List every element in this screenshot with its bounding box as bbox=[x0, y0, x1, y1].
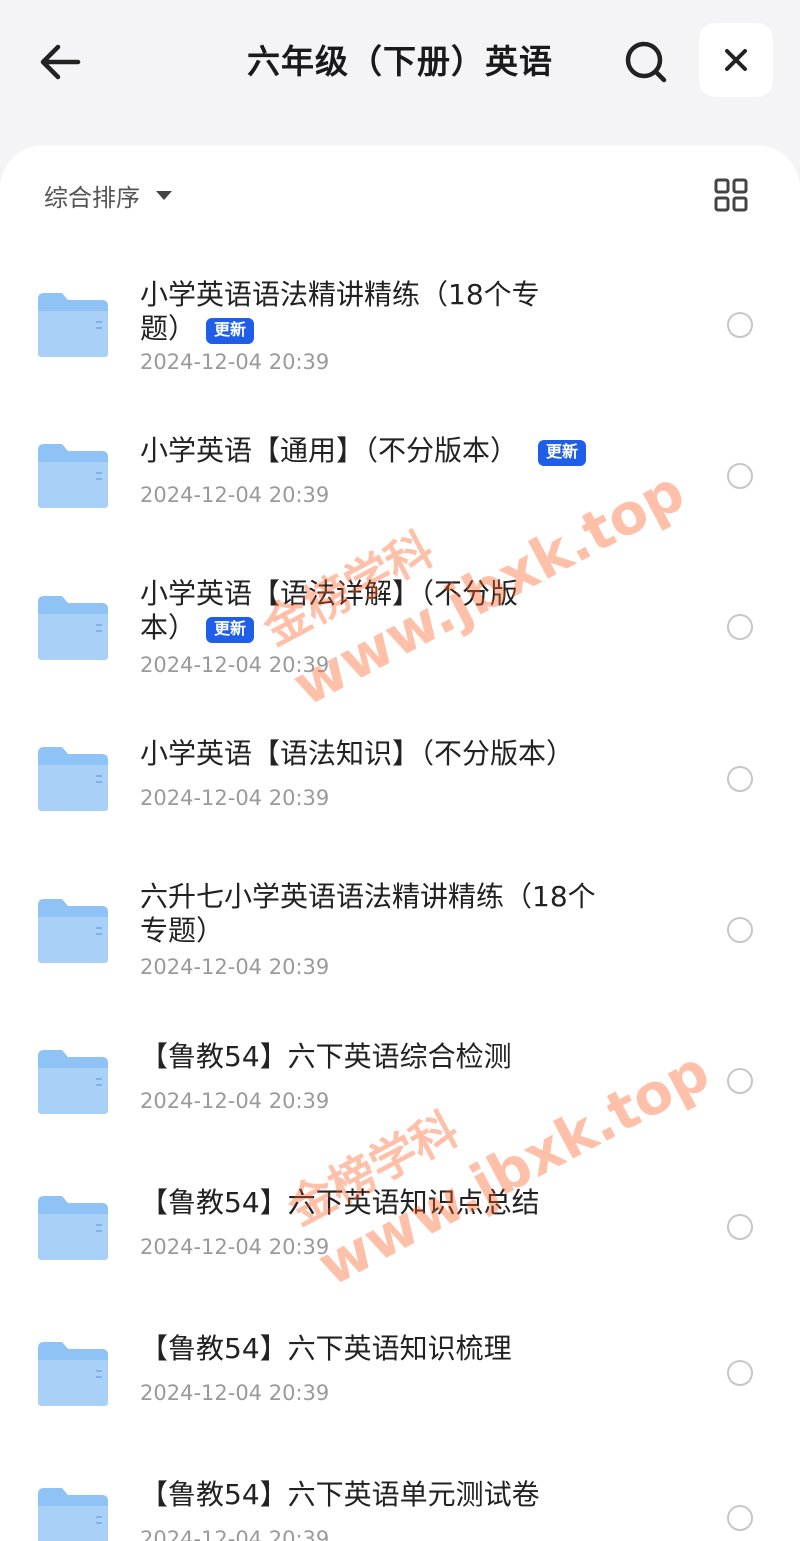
file-row[interactable]: 小学英语【语法知识】（不分版本） 2024-12-04 20:39 bbox=[0, 733, 800, 813]
select-radio[interactable] bbox=[727, 1505, 753, 1531]
close-icon bbox=[725, 49, 747, 71]
file-row[interactable]: 【鲁教54】六下英语知识点总结 2024-12-04 20:39 bbox=[0, 1184, 800, 1264]
file-date: 2024-12-04 20:39 bbox=[140, 786, 330, 810]
file-title: 小学英语语法精讲精练（18个专 题） 更新 bbox=[140, 278, 655, 346]
folder-icon bbox=[36, 897, 110, 965]
file-row[interactable]: 【鲁教54】六下英语综合检测 2024-12-04 20:39 bbox=[0, 1038, 800, 1118]
file-title: 小学英语【通用】（不分版本） 更新 bbox=[140, 434, 660, 468]
sort-bar: 综合排序 bbox=[0, 145, 800, 245]
file-date: 2024-12-04 20:39 bbox=[140, 483, 330, 507]
file-row[interactable]: 六升七小学英语语法精讲精练（18个 专题） 2024-12-04 20:39 bbox=[0, 878, 800, 979]
top-bar: 六年级（下册）英语 bbox=[0, 0, 800, 145]
file-title-line: 本） bbox=[140, 611, 197, 644]
update-badge: 更新 bbox=[206, 617, 255, 643]
file-date: 2024-12-04 20:39 bbox=[140, 955, 330, 979]
file-title: 【鲁教54】六下英语知识点总结 bbox=[140, 1186, 655, 1220]
sort-label: 综合排序 bbox=[44, 183, 140, 212]
file-title-line: 专题） bbox=[140, 914, 225, 947]
file-title-line: 小学英语【语法详解】（不分版 bbox=[140, 577, 519, 610]
grid-view-icon bbox=[714, 178, 748, 212]
file-title-line: 小学英语【语法知识】（不分版本） bbox=[140, 737, 575, 770]
update-badge: 更新 bbox=[206, 318, 255, 344]
select-radio[interactable] bbox=[727, 312, 753, 338]
file-title-line: 【鲁教54】六下英语知识梳理 bbox=[140, 1332, 512, 1365]
file-title: 六升七小学英语语法精讲精练（18个 专题） bbox=[140, 880, 680, 948]
file-date: 2024-12-04 20:39 bbox=[140, 1527, 330, 1541]
folder-icon bbox=[36, 1340, 110, 1408]
caret-down-icon bbox=[156, 190, 172, 200]
file-row[interactable]: 【鲁教54】六下英语单元测试卷 2024-12-04 20:39 bbox=[0, 1476, 800, 1541]
file-title: 【鲁教54】六下英语单元测试卷 bbox=[140, 1478, 655, 1512]
file-date: 2024-12-04 20:39 bbox=[140, 1235, 330, 1259]
file-title: 小学英语【语法知识】（不分版本） bbox=[140, 737, 680, 771]
file-title-line: 【鲁教54】六下英语知识点总结 bbox=[140, 1186, 540, 1219]
file-row[interactable]: 小学英语【通用】（不分版本） 更新 2024-12-04 20:39 bbox=[0, 430, 800, 510]
folder-icon bbox=[36, 291, 110, 359]
search-icon bbox=[625, 41, 667, 83]
file-date: 2024-12-04 20:39 bbox=[140, 653, 330, 677]
file-date: 2024-12-04 20:39 bbox=[140, 1381, 330, 1405]
file-date: 2024-12-04 20:39 bbox=[140, 350, 330, 374]
file-title-line: 【鲁教54】六下英语综合检测 bbox=[140, 1040, 512, 1073]
folder-icon bbox=[36, 1194, 110, 1262]
file-title-line: 题） bbox=[140, 312, 197, 345]
file-title-line: 六升七小学英语语法精讲精练（18个 bbox=[140, 880, 596, 913]
file-title-line: 【鲁教54】六下英语单元测试卷 bbox=[140, 1478, 540, 1511]
search-button[interactable] bbox=[620, 36, 672, 88]
update-badge: 更新 bbox=[538, 440, 587, 466]
file-title-line: 小学英语语法精讲精练（18个专 bbox=[140, 278, 540, 311]
select-radio[interactable] bbox=[727, 766, 753, 792]
select-radio[interactable] bbox=[727, 614, 753, 640]
select-radio[interactable] bbox=[727, 1068, 753, 1094]
file-row[interactable]: 【鲁教54】六下英语知识梳理 2024-12-04 20:39 bbox=[0, 1330, 800, 1410]
file-list-sheet: 综合排序 小学英语语法精讲精练（18个专 题） 更新 2024-12-04 20:3… bbox=[0, 145, 800, 1541]
file-title: 小学英语【语法详解】（不分版 本） 更新 bbox=[140, 577, 655, 645]
folder-icon bbox=[36, 745, 110, 813]
file-row[interactable]: 小学英语语法精讲精练（18个专 题） 更新 2024-12-04 20:39 bbox=[0, 275, 800, 375]
folder-icon bbox=[36, 1486, 110, 1541]
select-radio[interactable] bbox=[727, 463, 753, 489]
sort-dropdown[interactable]: 综合排序 bbox=[44, 175, 172, 215]
file-title: 【鲁教54】六下英语综合检测 bbox=[140, 1040, 655, 1074]
folder-icon bbox=[36, 594, 110, 662]
select-radio[interactable] bbox=[727, 917, 753, 943]
file-row[interactable]: 小学英语【语法详解】（不分版 本） 更新 2024-12-04 20:39 bbox=[0, 575, 800, 677]
file-date: 2024-12-04 20:39 bbox=[140, 1089, 330, 1113]
folder-icon bbox=[36, 1048, 110, 1116]
folder-icon bbox=[36, 442, 110, 510]
page-title: 六年级（下册）英语 bbox=[247, 42, 553, 81]
select-radio[interactable] bbox=[727, 1214, 753, 1240]
file-title-line: 小学英语【通用】（不分版本） bbox=[140, 434, 519, 467]
view-toggle-button[interactable] bbox=[711, 175, 751, 215]
close-button[interactable] bbox=[699, 23, 773, 97]
select-radio[interactable] bbox=[727, 1360, 753, 1386]
file-title: 【鲁教54】六下英语知识梳理 bbox=[140, 1332, 655, 1366]
